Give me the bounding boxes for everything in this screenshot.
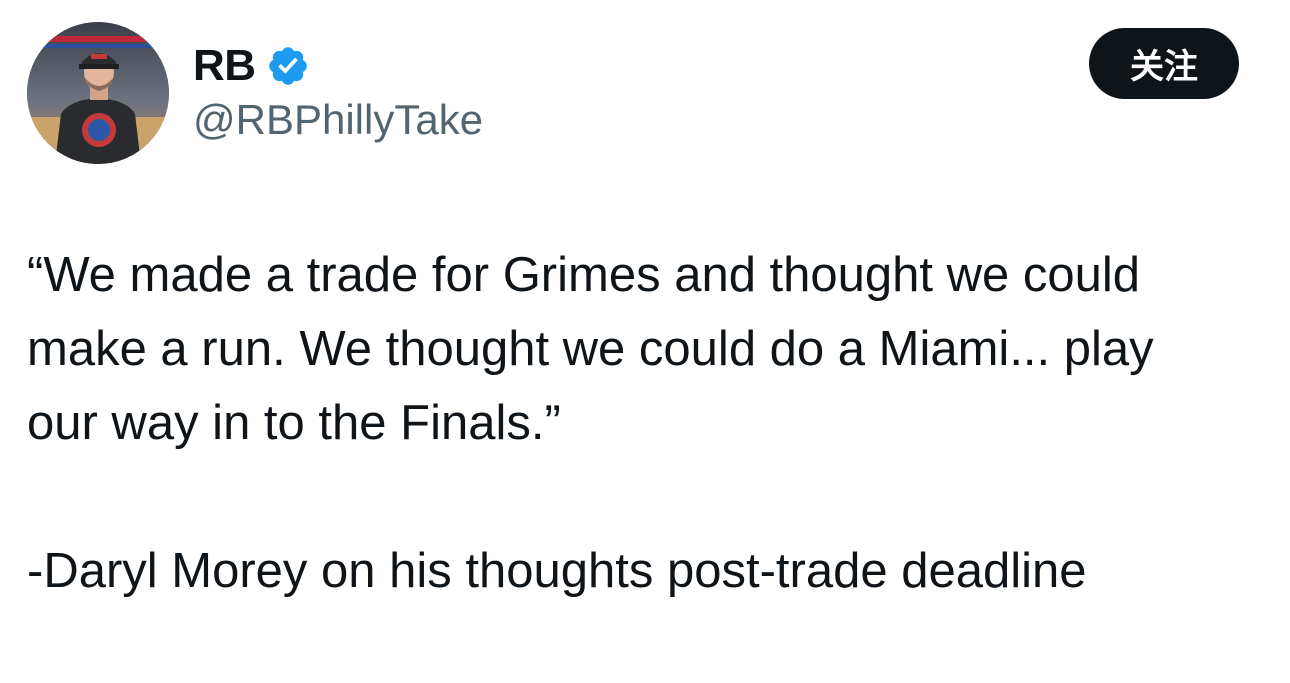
author-display-name[interactable]: RB bbox=[193, 41, 256, 91]
tweet-quote-line: our way in to the Finals.” bbox=[27, 396, 561, 450]
tweet-text: “We made a trade for Grimes and thought … bbox=[27, 238, 1272, 608]
tweet-attribution: -Daryl Morey on his thoughts post-trade … bbox=[27, 544, 1087, 598]
author-name-row: RB bbox=[193, 38, 310, 94]
avatar[interactable] bbox=[27, 22, 169, 164]
author-handle[interactable]: @RBPhillyTake bbox=[193, 96, 483, 144]
tweet-card: RB @RBPhillyTake 关注 “We made a trade for… bbox=[0, 0, 1290, 683]
tweet-quote-line: “We made a trade for Grimes and thought … bbox=[27, 248, 1141, 302]
avatar-photo bbox=[27, 22, 169, 164]
tweet-quote-line: make a run. We thought we could do a Mia… bbox=[27, 322, 1154, 376]
follow-button[interactable]: 关注 bbox=[1089, 28, 1239, 99]
verified-badge-icon bbox=[266, 44, 310, 88]
